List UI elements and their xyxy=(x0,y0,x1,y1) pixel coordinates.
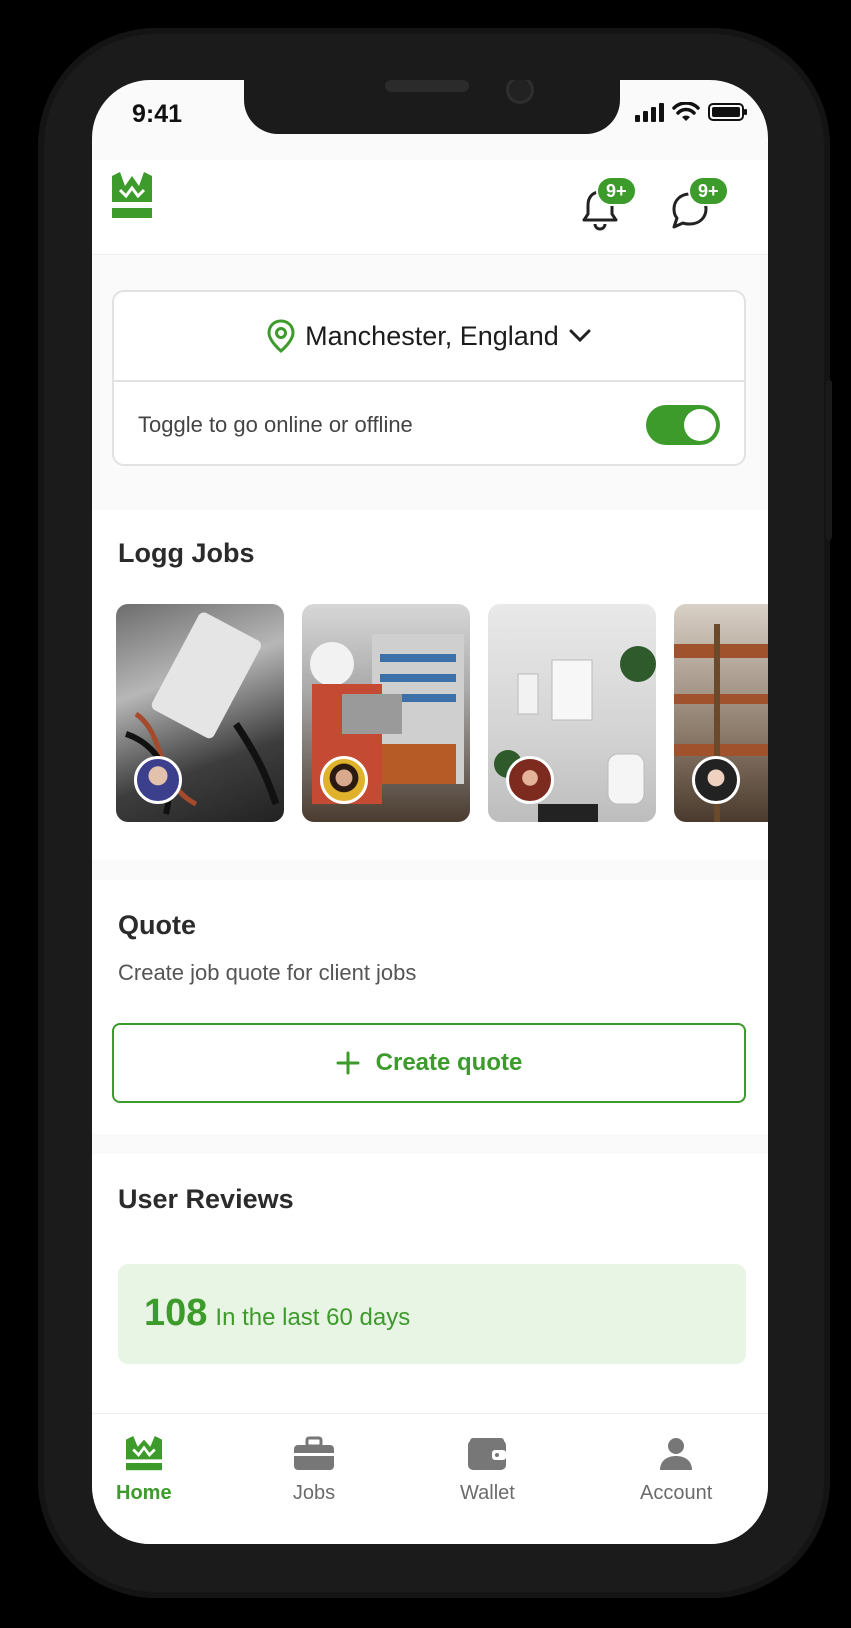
nav-jobs[interactable]: Jobs xyxy=(292,1436,336,1505)
toggle-label: Toggle to go online or offline xyxy=(138,412,413,437)
location-text: Manchester, England xyxy=(305,320,559,351)
top-bar: 9+ 9+ xyxy=(92,160,768,255)
job-card[interactable] xyxy=(116,604,284,822)
reviews-summary[interactable]: 108 In the last 60 days xyxy=(118,1264,746,1364)
battery-icon xyxy=(708,103,747,121)
jobs-carousel[interactable] xyxy=(116,604,768,822)
status-time: 9:41 xyxy=(132,100,183,128)
worker-avatar xyxy=(506,756,554,804)
messages-button[interactable]: 9+ xyxy=(666,176,729,236)
person-icon xyxy=(660,1438,693,1470)
notifications-button[interactable]: 9+ xyxy=(576,176,637,236)
toggle-knob xyxy=(684,409,716,441)
cellular-signal-icon xyxy=(635,103,664,122)
app-logo-icon[interactable] xyxy=(112,172,152,220)
app-screen: 9:41 9+ 9+ Manchester, England Toggle to… xyxy=(92,80,768,1544)
bottom-navigation: Home Jobs Wallet Account xyxy=(92,1413,768,1544)
chevron-down-icon xyxy=(569,329,591,343)
online-toggle-row: Toggle to go online or offline xyxy=(114,382,744,468)
nav-wallet-label: Wallet xyxy=(460,1482,515,1504)
home-logo-icon xyxy=(125,1436,162,1471)
location-card: Manchester, England Toggle to go online … xyxy=(112,290,746,466)
wifi-icon xyxy=(672,102,700,121)
front-camera xyxy=(506,80,534,104)
job-card[interactable] xyxy=(302,604,470,822)
create-quote-button[interactable]: Create quote xyxy=(112,1023,746,1103)
nav-account-label: Account xyxy=(640,1482,713,1504)
nav-wallet[interactable]: Wallet xyxy=(460,1436,515,1505)
location-pin-icon xyxy=(267,319,295,353)
quote-title: Quote xyxy=(118,910,196,940)
nav-home[interactable]: Home xyxy=(116,1436,172,1505)
status-icons xyxy=(634,102,748,122)
nav-home-label: Home xyxy=(116,1482,172,1504)
job-card[interactable] xyxy=(488,604,656,822)
notifications-badge: 9+ xyxy=(596,176,637,206)
messages-badge: 9+ xyxy=(688,176,729,206)
job-card[interactable] xyxy=(674,604,768,822)
user-reviews-section: User Reviews 108 In the last 60 days xyxy=(92,1154,768,1424)
reviews-count: 108 xyxy=(144,1292,208,1334)
quote-section: Quote Create job quote for client jobs C… xyxy=(92,880,768,1134)
power-button xyxy=(826,380,832,540)
wallet-icon xyxy=(468,1438,507,1470)
logg-jobs-section: Logg Jobs xyxy=(92,510,768,860)
online-toggle[interactable] xyxy=(646,405,720,445)
worker-avatar xyxy=(134,756,182,804)
worker-avatar xyxy=(692,756,740,804)
worker-avatar xyxy=(320,756,368,804)
notch xyxy=(244,80,620,134)
reviews-period: In the last 60 days xyxy=(215,1304,411,1331)
create-quote-label: Create quote xyxy=(375,1049,523,1076)
location-selector[interactable]: Manchester, England xyxy=(114,292,744,382)
plus-icon xyxy=(336,1051,360,1075)
user-reviews-title: User Reviews xyxy=(118,1184,294,1214)
speaker xyxy=(385,80,469,92)
nav-jobs-label: Jobs xyxy=(292,1482,336,1504)
quote-description: Create job quote for client jobs xyxy=(118,960,417,985)
briefcase-icon xyxy=(294,1436,334,1470)
logg-jobs-title: Logg Jobs xyxy=(118,538,255,568)
nav-account[interactable]: Account xyxy=(640,1436,712,1505)
